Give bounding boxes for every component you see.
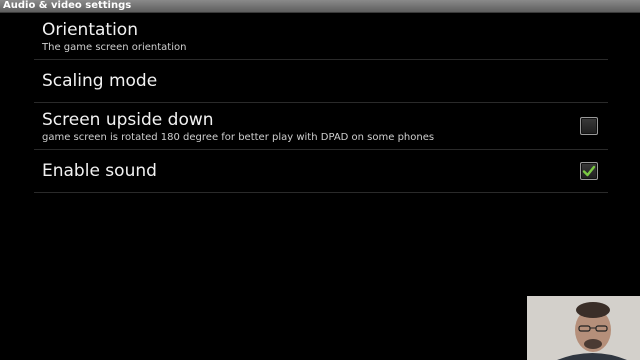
setting-scaling-mode-title: Scaling mode — [42, 71, 158, 91]
check-mark-icon — [582, 165, 596, 177]
setting-enable-sound-title: Enable sound — [42, 161, 157, 181]
setting-orientation-summary: The game screen orientation — [42, 42, 187, 53]
webcam-overlay-image — [527, 296, 640, 360]
window-title: Audio & video settings — [3, 0, 132, 11]
setting-screen-upside-down-title: Screen upside down — [42, 110, 214, 130]
setting-orientation[interactable]: Orientation The game screen orientation — [34, 13, 608, 60]
settings-screen: Audio & video settings Orientation The g… — [0, 0, 640, 360]
setting-enable-sound[interactable]: Enable sound — [34, 150, 608, 193]
setting-scaling-mode[interactable]: Scaling mode — [34, 60, 608, 103]
settings-list: Orientation The game screen orientation … — [34, 13, 608, 193]
setting-orientation-title: Orientation — [42, 20, 138, 40]
setting-screen-upside-down[interactable]: Screen upside down game screen is rotate… — [34, 103, 608, 150]
screen-upside-down-checkbox[interactable] — [580, 117, 598, 135]
title-bar: Audio & video settings — [0, 0, 640, 13]
webcam-person-image — [527, 296, 640, 360]
enable-sound-checkbox[interactable] — [580, 162, 598, 180]
setting-screen-upside-down-summary: game screen is rotated 180 degree for be… — [42, 132, 435, 143]
